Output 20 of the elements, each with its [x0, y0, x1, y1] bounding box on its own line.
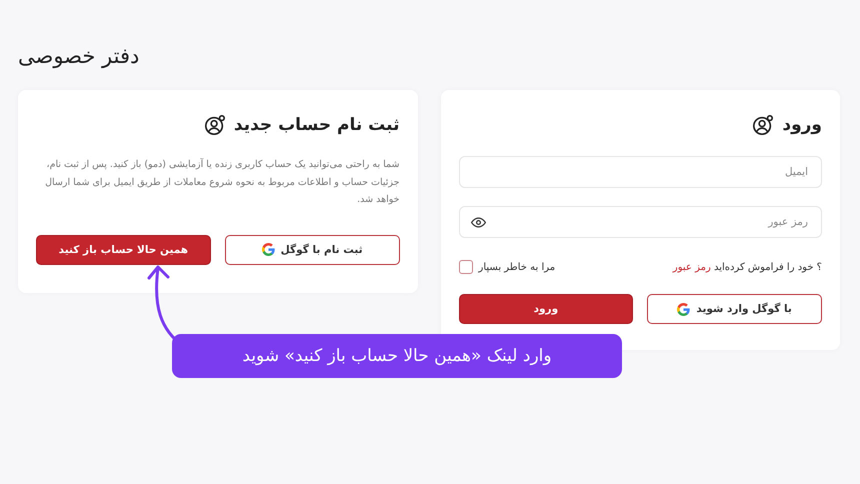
user-icon: [204, 114, 226, 136]
card-title: ورود: [782, 115, 822, 135]
google-signup-button[interactable]: ثبت نام با گوگل: [224, 234, 400, 265]
card-title: ثبت نام حساب جدید: [234, 115, 400, 135]
password-field[interactable]: رمز عبور: [458, 206, 822, 238]
remember-me-checkbox[interactable]: [458, 260, 472, 274]
forgot-password-text: ؟ خود را فراموش کرده‌اید رمز عبور: [672, 262, 822, 272]
login-button[interactable]: ورود: [458, 294, 634, 324]
user-icon: [752, 114, 774, 136]
open-account-button[interactable]: همین حالا حساب باز کنید: [36, 234, 211, 265]
eye-icon[interactable]: [470, 214, 486, 230]
google-icon: [262, 243, 275, 256]
description: شما به راحتی می‌توانید یک حساب کاربری زنده یا آزمایشی (دمو) باز کنید. پس از ثبت نام، جزئیات حساب و اطلاعات مربوط به نحوه شروع معاملات از طریق ایمیل برای شما ارسال خواهد شد.: [44, 157, 400, 208]
google-icon: [677, 302, 690, 316]
remember-me-label: مرا به خاطر بسپار: [478, 262, 556, 272]
email-field[interactable]: ایمیل: [458, 156, 822, 188]
page-title: دفتر خصوصی: [18, 44, 140, 68]
google-login-button[interactable]: با گوگل وارد شوید: [647, 294, 822, 324]
callout-label: وارد لینک «همین حالا حساب باز کنید» شوید: [172, 334, 622, 378]
forgot-password-link[interactable]: رمز عبور: [672, 262, 711, 272]
